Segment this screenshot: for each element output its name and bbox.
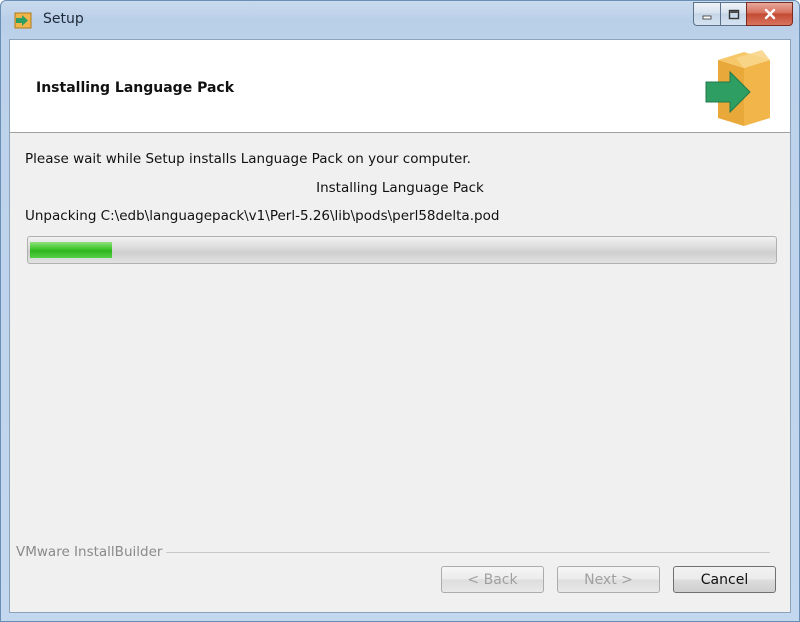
header-band: Installing Language Pack — [10, 40, 790, 133]
close-button[interactable] — [746, 2, 793, 26]
unpacking-line: Unpacking C:\edb\languagepack\v1\Perl-5.… — [25, 208, 500, 224]
brand-label: VMware InstallBuilder — [16, 544, 167, 560]
next-button[interactable]: Next > — [557, 566, 660, 593]
status-line: Installing Language Pack — [316, 180, 484, 196]
cancel-button[interactable]: Cancel — [673, 566, 776, 593]
page-title: Installing Language Pack — [36, 80, 235, 96]
minimize-button[interactable] — [693, 2, 720, 26]
maximize-icon — [728, 5, 740, 24]
progress-bar-fill — [30, 242, 112, 258]
back-button[interactable]: < Back — [441, 566, 544, 593]
window-title: Setup — [43, 11, 84, 27]
dialog-client-area: Installing Language Pack Please wait whi… — [9, 39, 791, 613]
minimize-icon — [701, 5, 713, 24]
setup-window: Setup Installing Language Pack Please wa… — [0, 0, 800, 622]
wait-message: Please wait while Setup installs Languag… — [25, 151, 471, 167]
window-controls — [693, 2, 793, 26]
close-icon — [763, 5, 777, 24]
title-bar[interactable]: Setup — [1, 1, 799, 39]
progress-bar — [27, 236, 777, 264]
setup-app-icon — [13, 10, 33, 30]
maximize-button[interactable] — [720, 2, 746, 26]
installer-box-arrow-icon — [704, 46, 776, 126]
